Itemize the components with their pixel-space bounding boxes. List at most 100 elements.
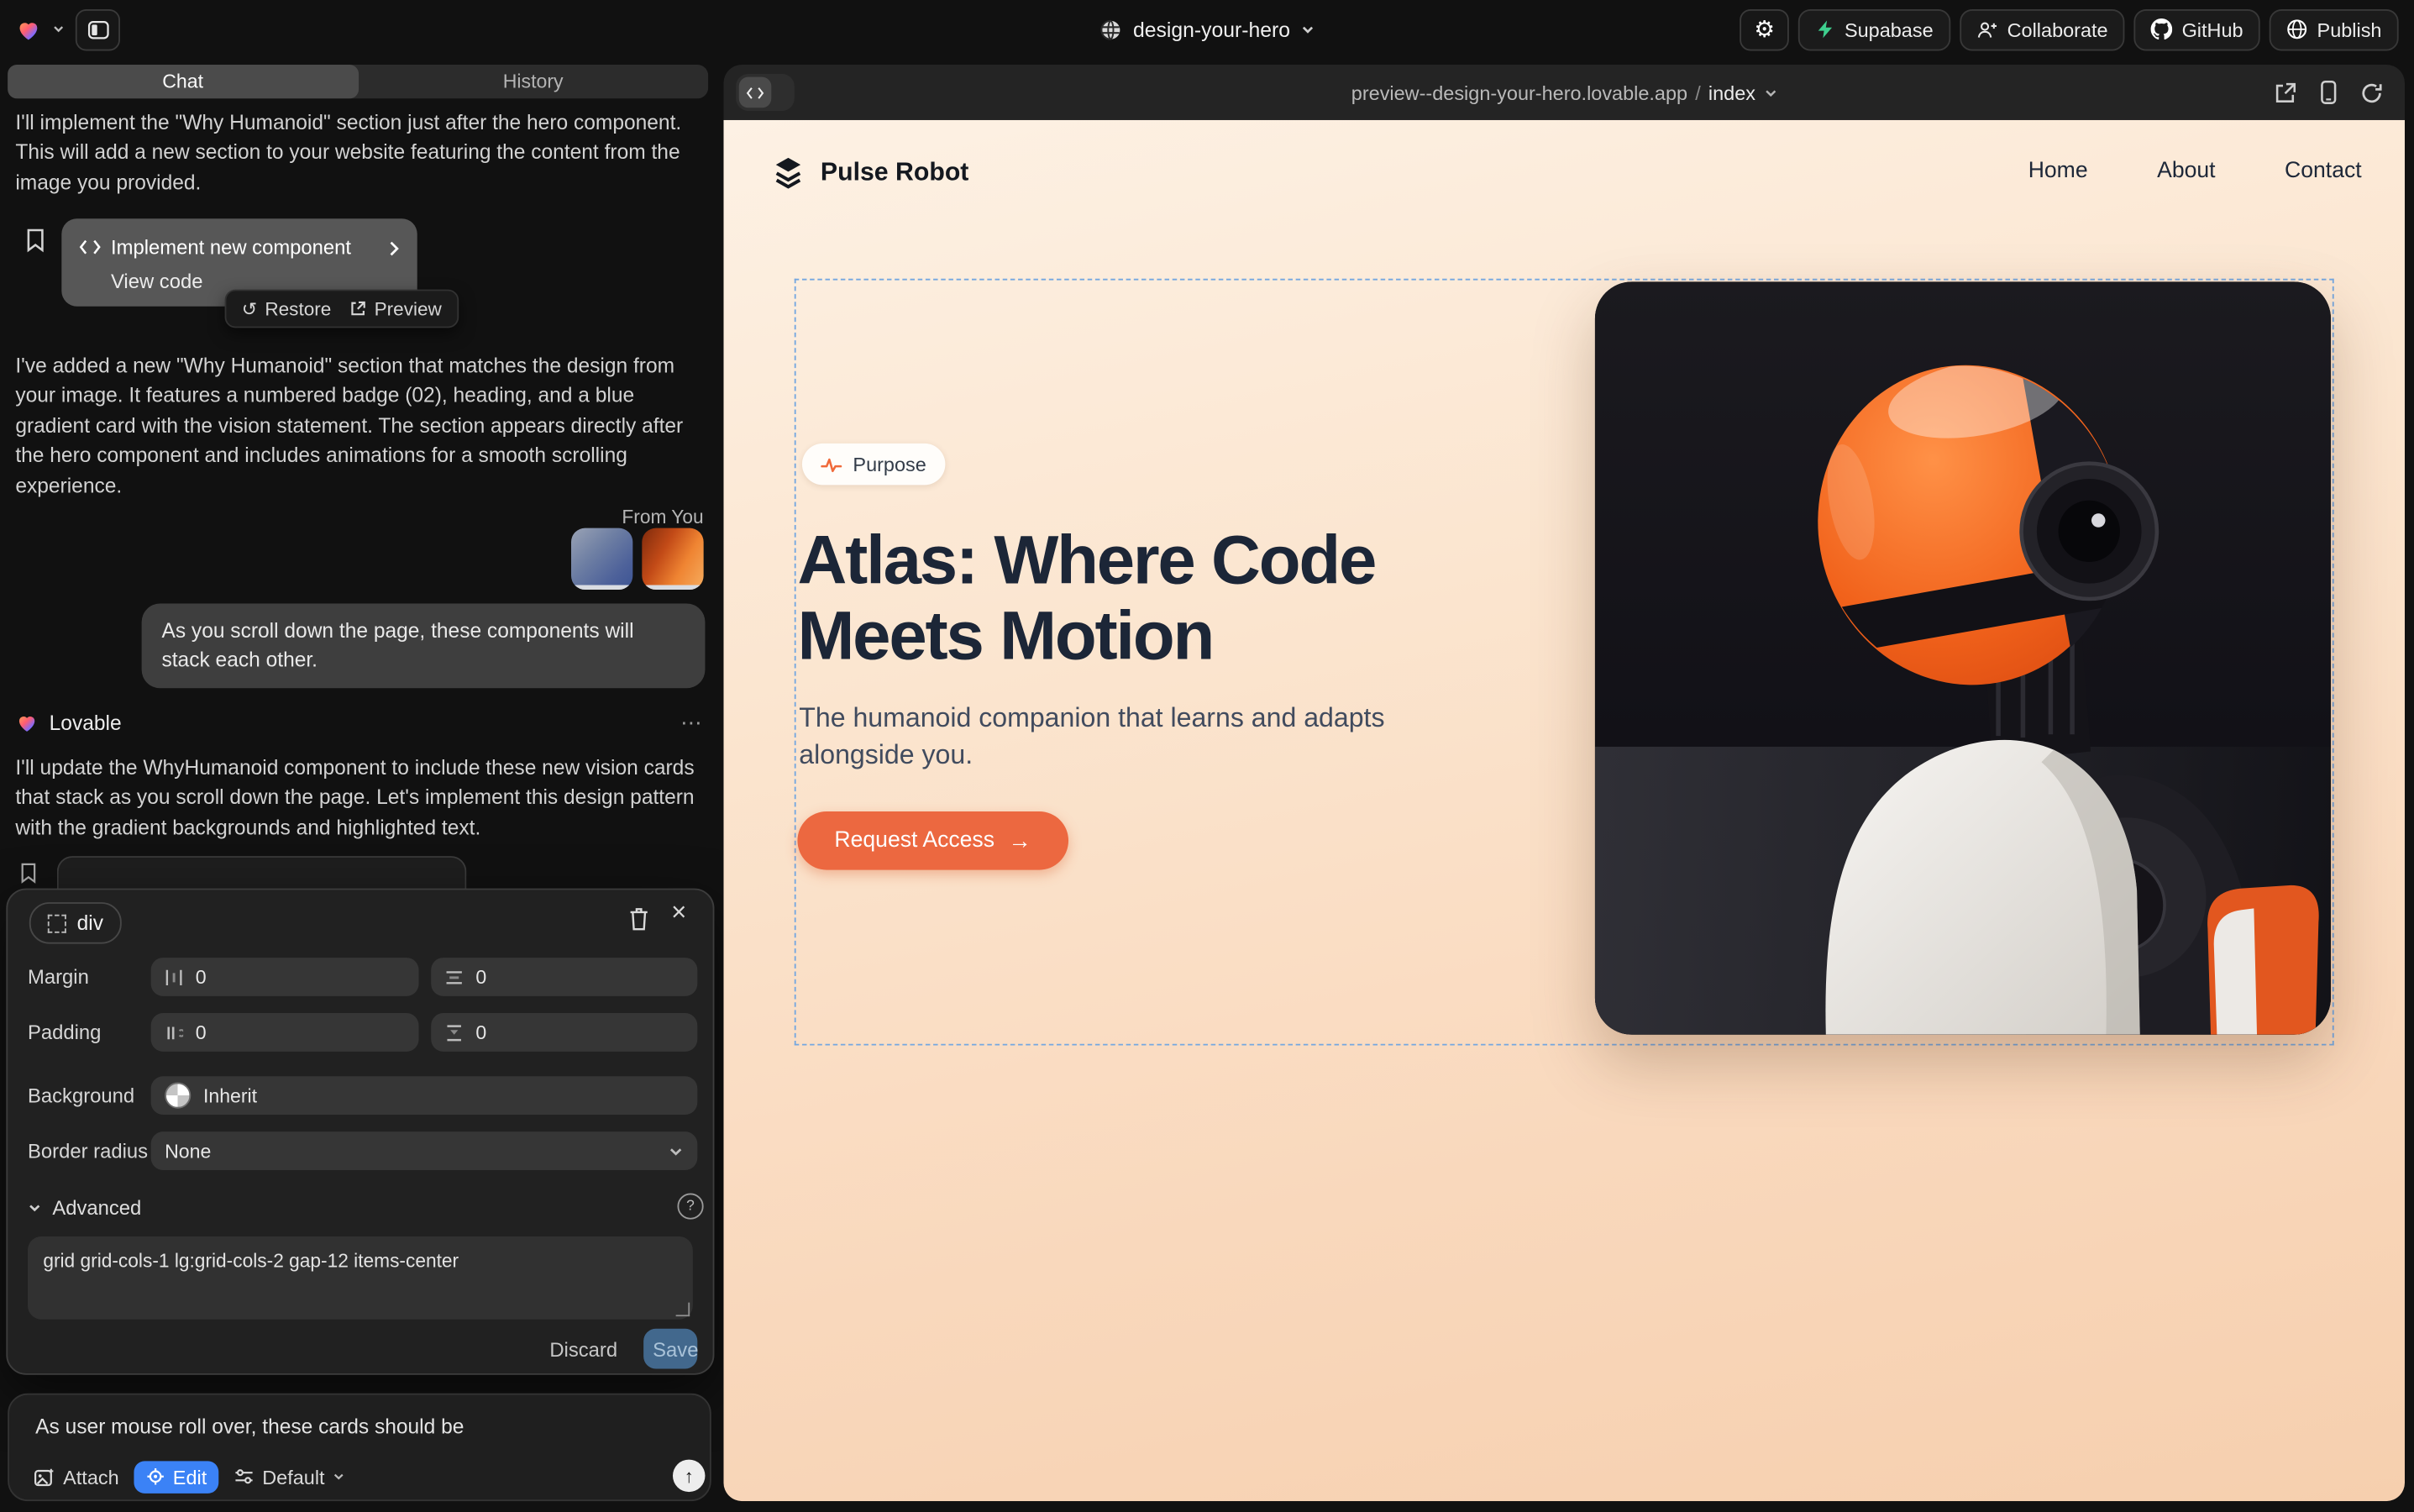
border-radius-select[interactable]: None bbox=[151, 1131, 698, 1170]
save-button[interactable]: Save bbox=[643, 1329, 697, 1369]
background-input[interactable]: Inherit bbox=[151, 1076, 698, 1115]
send-arrow-icon: ↑ bbox=[685, 1465, 694, 1487]
view-code-link[interactable]: View code bbox=[111, 270, 203, 292]
element-inspector-panel: div × Margin 0 0 Padding 0 bbox=[6, 889, 714, 1375]
thumbnail-strip bbox=[571, 585, 632, 590]
advanced-help-icon[interactable]: ? bbox=[677, 1193, 703, 1219]
discard-button[interactable]: Discard bbox=[549, 1338, 617, 1361]
padding-label: Padding bbox=[28, 1021, 101, 1043]
code-toggle-segment[interactable] bbox=[739, 77, 771, 108]
textarea-resize-handle[interactable] bbox=[676, 1303, 690, 1316]
project-chevron-down-icon bbox=[1301, 23, 1315, 36]
request-access-button[interactable]: Request Access → bbox=[797, 811, 1068, 870]
from-you-label: From You bbox=[15, 507, 703, 528]
default-chevron-down-icon bbox=[333, 1470, 345, 1483]
arrow-right-icon: → bbox=[1009, 827, 1031, 853]
toggle-sidebar-button[interactable] bbox=[76, 8, 120, 50]
advanced-section-toggle[interactable]: Advanced bbox=[28, 1196, 141, 1219]
preview-toolbar-actions bbox=[2274, 65, 2383, 120]
edit-mode-button[interactable]: Edit bbox=[134, 1461, 219, 1493]
github-icon bbox=[2151, 18, 2173, 40]
component-card-title: Implement new component bbox=[111, 235, 351, 258]
advanced-chevron-icon bbox=[28, 1201, 41, 1215]
code-preview-toggle[interactable] bbox=[736, 74, 795, 111]
attach-image-icon bbox=[34, 1467, 55, 1487]
robot-illustration bbox=[1595, 281, 2331, 1034]
selected-element-chip[interactable]: div bbox=[29, 902, 122, 943]
delete-element-button[interactable] bbox=[628, 907, 650, 932]
message-menu-ellipsis-icon[interactable]: ⋯ bbox=[680, 709, 703, 735]
element-outline-icon bbox=[48, 914, 66, 932]
purpose-badge: Purpose bbox=[802, 444, 945, 485]
model-default-selector[interactable]: Default bbox=[234, 1465, 344, 1488]
target-icon bbox=[147, 1467, 165, 1486]
restore-button[interactable]: ↺ Restore bbox=[242, 298, 332, 320]
topbar-left bbox=[15, 0, 120, 59]
site-logo[interactable]: Pulse Robot bbox=[769, 154, 968, 191]
project-name: design-your-hero bbox=[1133, 18, 1290, 40]
close-panel-button[interactable]: × bbox=[671, 899, 686, 925]
collaborate-people-icon bbox=[1976, 19, 1998, 39]
user-message-bubble: As you scroll down the page, these compo… bbox=[142, 603, 706, 688]
bookmark-icon[interactable] bbox=[24, 228, 46, 252]
publish-globe-icon bbox=[2286, 18, 2308, 40]
tab-chat[interactable]: Chat bbox=[8, 65, 358, 98]
site-nav: Home About Contact bbox=[2028, 159, 2362, 183]
nav-link-home[interactable]: Home bbox=[2028, 159, 2088, 183]
hero-robot-image bbox=[1595, 281, 2331, 1034]
restore-icon: ↺ bbox=[242, 298, 257, 320]
workspace-chevron-down-icon[interactable] bbox=[52, 23, 65, 35]
padding-y-input[interactable]: 0 bbox=[431, 1013, 697, 1052]
nav-link-contact[interactable]: Contact bbox=[2285, 159, 2362, 183]
padding-vertical-icon bbox=[445, 1023, 464, 1042]
margin-y-input[interactable]: 0 bbox=[431, 958, 697, 996]
margin-label: Margin bbox=[28, 965, 89, 988]
composer-input[interactable]: As user mouse roll over, these cards sho… bbox=[35, 1415, 464, 1437]
nav-link-about[interactable]: About bbox=[2157, 159, 2215, 183]
site-canvas: Pulse Robot Home About Contact Purpose A… bbox=[723, 120, 2405, 1501]
advanced-classes-textarea[interactable]: grid grid-cols-1 lg:grid-cols-2 gap-12 i… bbox=[28, 1236, 693, 1320]
hero-subheading: The humanoid companion that learns and a… bbox=[799, 701, 1399, 773]
chat-history-tabs: Chat History bbox=[8, 65, 708, 98]
attachment-thumbnail-blue[interactable] bbox=[571, 528, 632, 590]
settings-button[interactable]: ⚙ bbox=[1740, 8, 1789, 50]
chat-composer[interactable]: As user mouse roll over, these cards sho… bbox=[8, 1394, 711, 1501]
refresh-icon[interactable] bbox=[2360, 81, 2383, 103]
hero-heading-line-2: Meets Motion bbox=[797, 599, 1375, 675]
bookmark-icon-partial bbox=[18, 862, 39, 884]
lovable-logo-heart-icon[interactable] bbox=[15, 16, 41, 42]
chevron-right-icon bbox=[388, 240, 401, 257]
layers-icon bbox=[769, 154, 806, 191]
selected-element-tag: div bbox=[77, 911, 103, 934]
border-radius-label: Border radius bbox=[28, 1139, 148, 1162]
preview-toolbar: preview--design-your-hero.lovable.app / … bbox=[723, 65, 2405, 120]
external-link-icon bbox=[349, 300, 366, 317]
sliders-icon bbox=[234, 1467, 255, 1486]
margin-x-input[interactable]: 0 bbox=[151, 958, 419, 996]
supabase-button[interactable]: Supabase bbox=[1798, 8, 1950, 50]
tab-history[interactable]: History bbox=[358, 65, 708, 98]
preview-url-bar[interactable]: preview--design-your-hero.lovable.app / … bbox=[1351, 65, 1777, 120]
thumbnail-strip bbox=[642, 585, 703, 590]
open-in-new-window-icon[interactable] bbox=[2274, 81, 2296, 103]
agent-name: Lovable bbox=[50, 711, 122, 733]
restore-preview-menu: ↺ Restore Preview bbox=[225, 290, 459, 328]
assistant-message-2: I've added a new "Why Humanoid" section … bbox=[15, 351, 711, 501]
top-bar: design-your-hero ⚙ Supabase Collaborate bbox=[0, 0, 2414, 59]
preview-button[interactable]: Preview bbox=[349, 298, 442, 320]
project-switcher[interactable]: design-your-hero bbox=[1099, 0, 1315, 59]
topbar-actions: ⚙ Supabase Collaborate GitHub bbox=[1740, 0, 2398, 59]
project-globe-icon bbox=[1099, 18, 1122, 40]
send-button[interactable]: ↑ bbox=[673, 1460, 705, 1492]
attachment-thumbnail-orange[interactable] bbox=[642, 528, 703, 590]
hero-heading-line-1: Atlas: Where Code bbox=[797, 523, 1375, 599]
pulse-icon bbox=[821, 455, 842, 474]
mobile-view-icon[interactable] bbox=[2320, 80, 2337, 104]
attach-button[interactable]: Attach bbox=[34, 1465, 118, 1488]
assistant-message-1: I'll implement the "Why Humanoid" sectio… bbox=[15, 108, 703, 197]
publish-button[interactable]: Publish bbox=[2270, 8, 2399, 50]
lovable-heart-icon bbox=[15, 711, 38, 733]
github-button[interactable]: GitHub bbox=[2134, 8, 2260, 50]
padding-x-input[interactable]: 0 bbox=[151, 1013, 419, 1052]
collaborate-button[interactable]: Collaborate bbox=[1960, 8, 2125, 50]
